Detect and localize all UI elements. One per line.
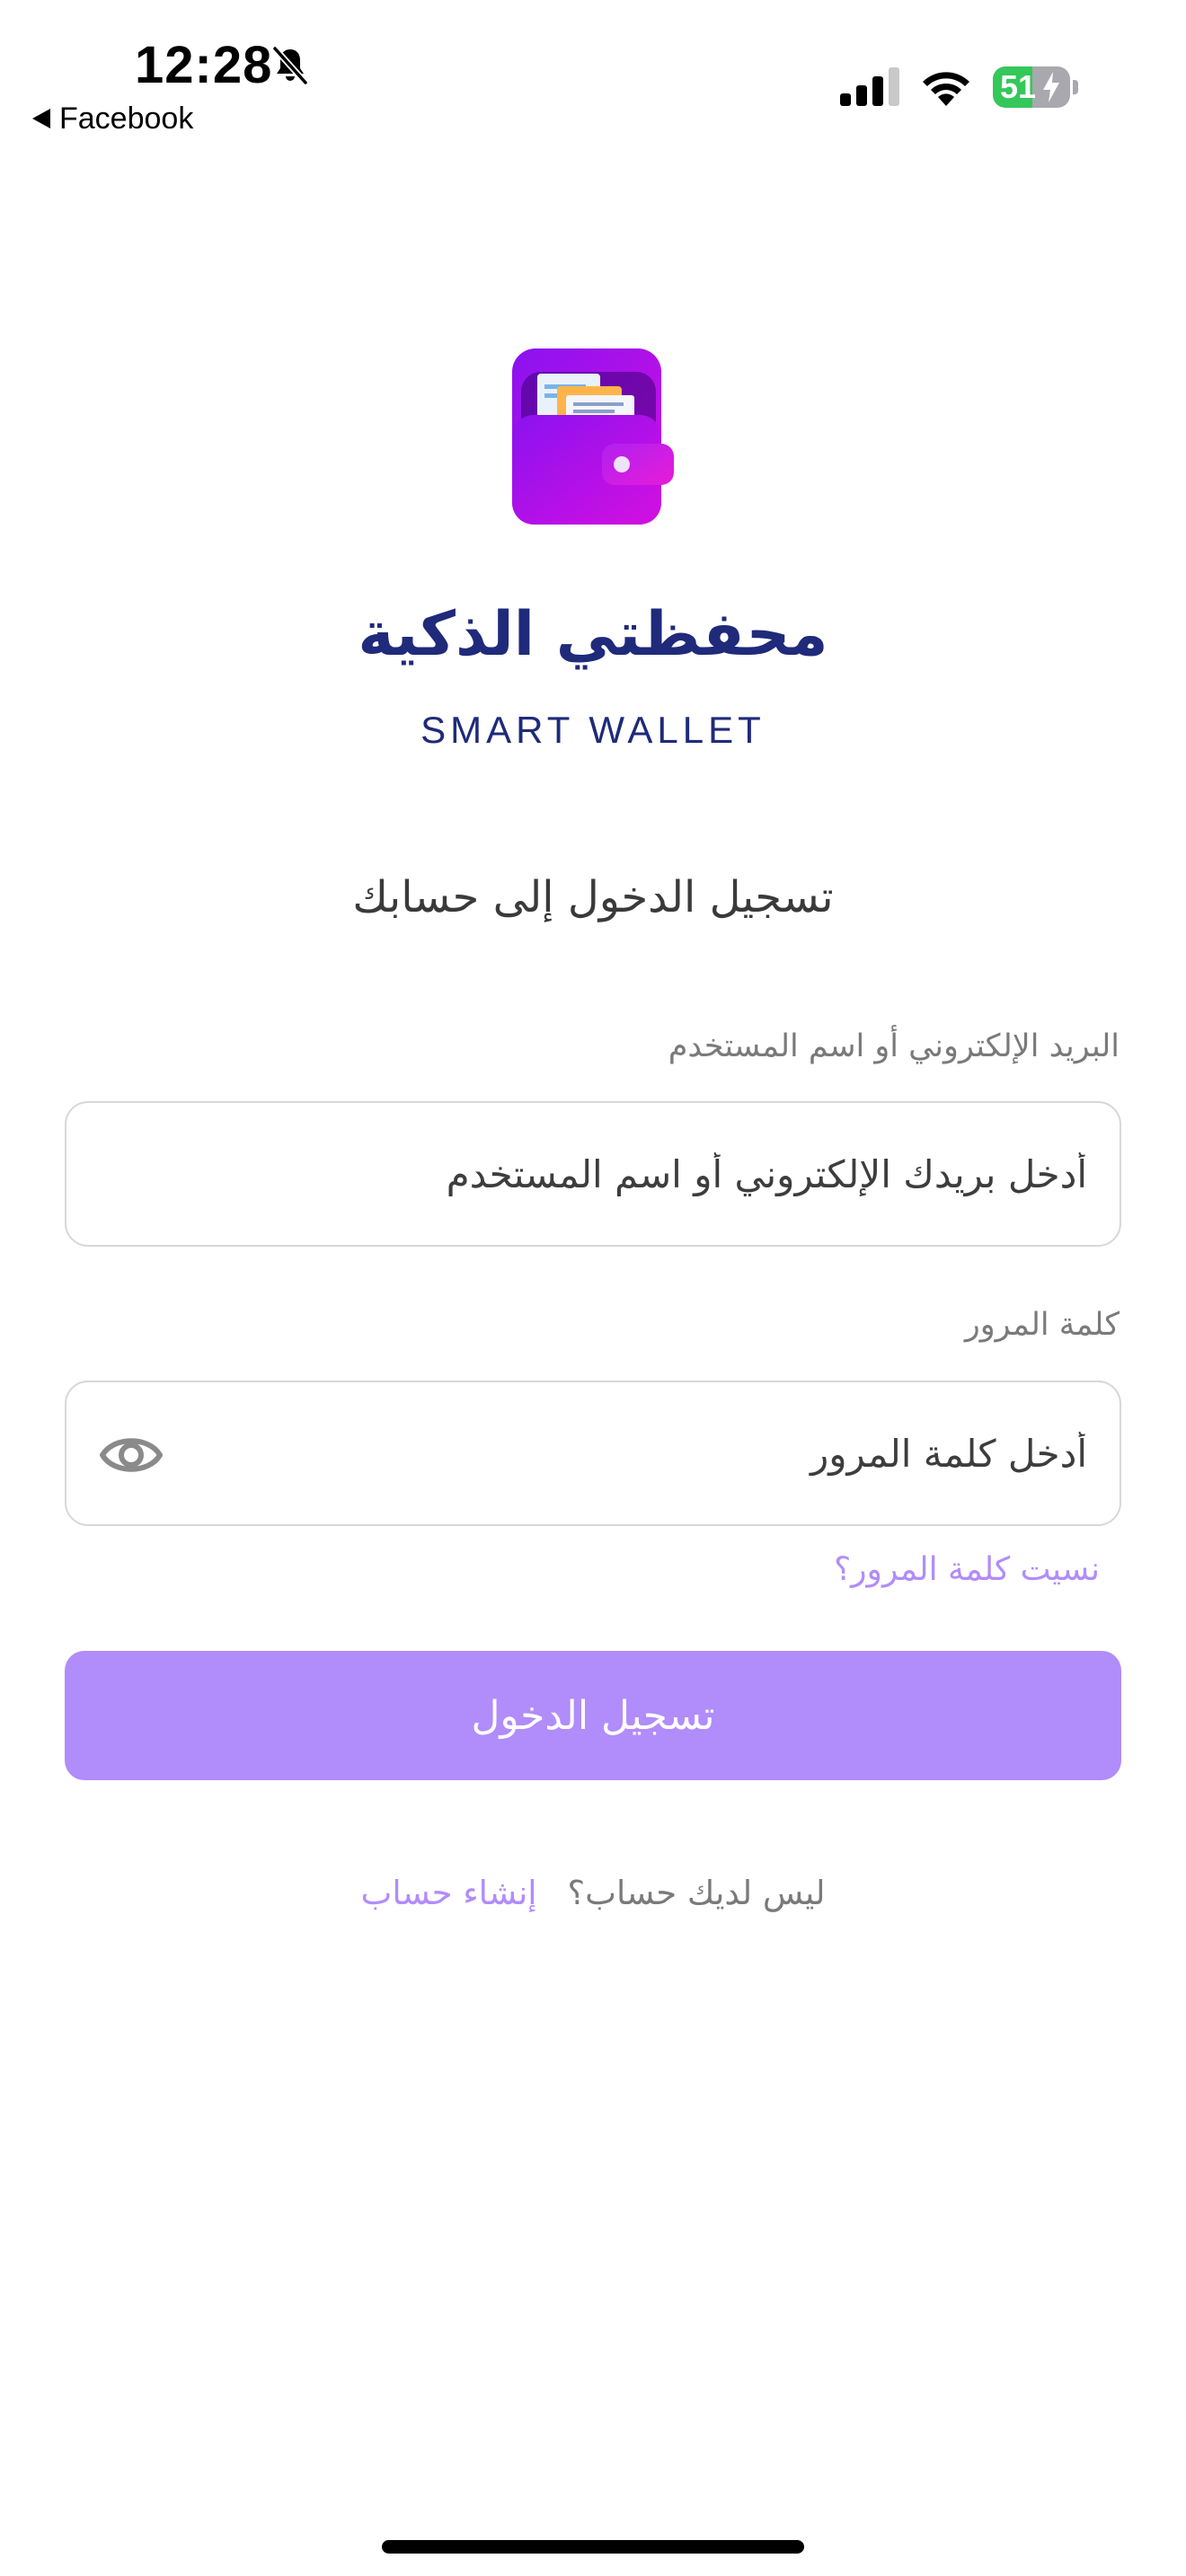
cellular-signal-icon bbox=[840, 67, 899, 106]
bell-slash-icon bbox=[272, 46, 308, 85]
home-indicator[interactable] bbox=[382, 2540, 804, 2554]
battery-level-text: 51 bbox=[1000, 68, 1037, 105]
app-subtitle: SMART WALLET bbox=[420, 709, 766, 751]
back-link-label: Facebook bbox=[59, 101, 194, 136]
email-field-label: البريد الإلكتروني أو اسم المستخدم bbox=[668, 1028, 1120, 1064]
back-to-facebook-link[interactable]: Facebook bbox=[32, 99, 193, 138]
app-title: محفظتي الذكية bbox=[358, 599, 828, 670]
back-arrow-icon bbox=[32, 109, 50, 128]
battery-cap bbox=[1073, 80, 1078, 94]
eye-icon[interactable] bbox=[99, 1427, 164, 1483]
no-account-text: ليس لديك حساب؟ bbox=[567, 1874, 826, 1912]
create-account-link[interactable]: إنشاء حساب bbox=[361, 1868, 537, 1919]
password-field-label: كلمة المرور bbox=[964, 1307, 1120, 1343]
password-field[interactable] bbox=[189, 1382, 1087, 1524]
password-field-container[interactable] bbox=[65, 1381, 1121, 1526]
wallet-icon bbox=[512, 348, 674, 525]
login-button[interactable]: تسجيل الدخول bbox=[65, 1651, 1121, 1780]
signup-row: ليس لديك حساب؟ إنشاء حساب bbox=[0, 1868, 1186, 1919]
email-field[interactable] bbox=[189, 1103, 1087, 1245]
charging-bolt-icon bbox=[1043, 72, 1059, 102]
battery-indicator: 51 bbox=[993, 66, 1070, 108]
status-time: 12:28 bbox=[135, 36, 273, 94]
wifi-icon bbox=[923, 72, 969, 106]
forgot-password-link[interactable]: نسيت كلمة المرور؟ bbox=[834, 1547, 1100, 1593]
login-heading: تسجيل الدخول إلى حسابك bbox=[352, 872, 834, 922]
email-field-container[interactable] bbox=[65, 1101, 1121, 1247]
